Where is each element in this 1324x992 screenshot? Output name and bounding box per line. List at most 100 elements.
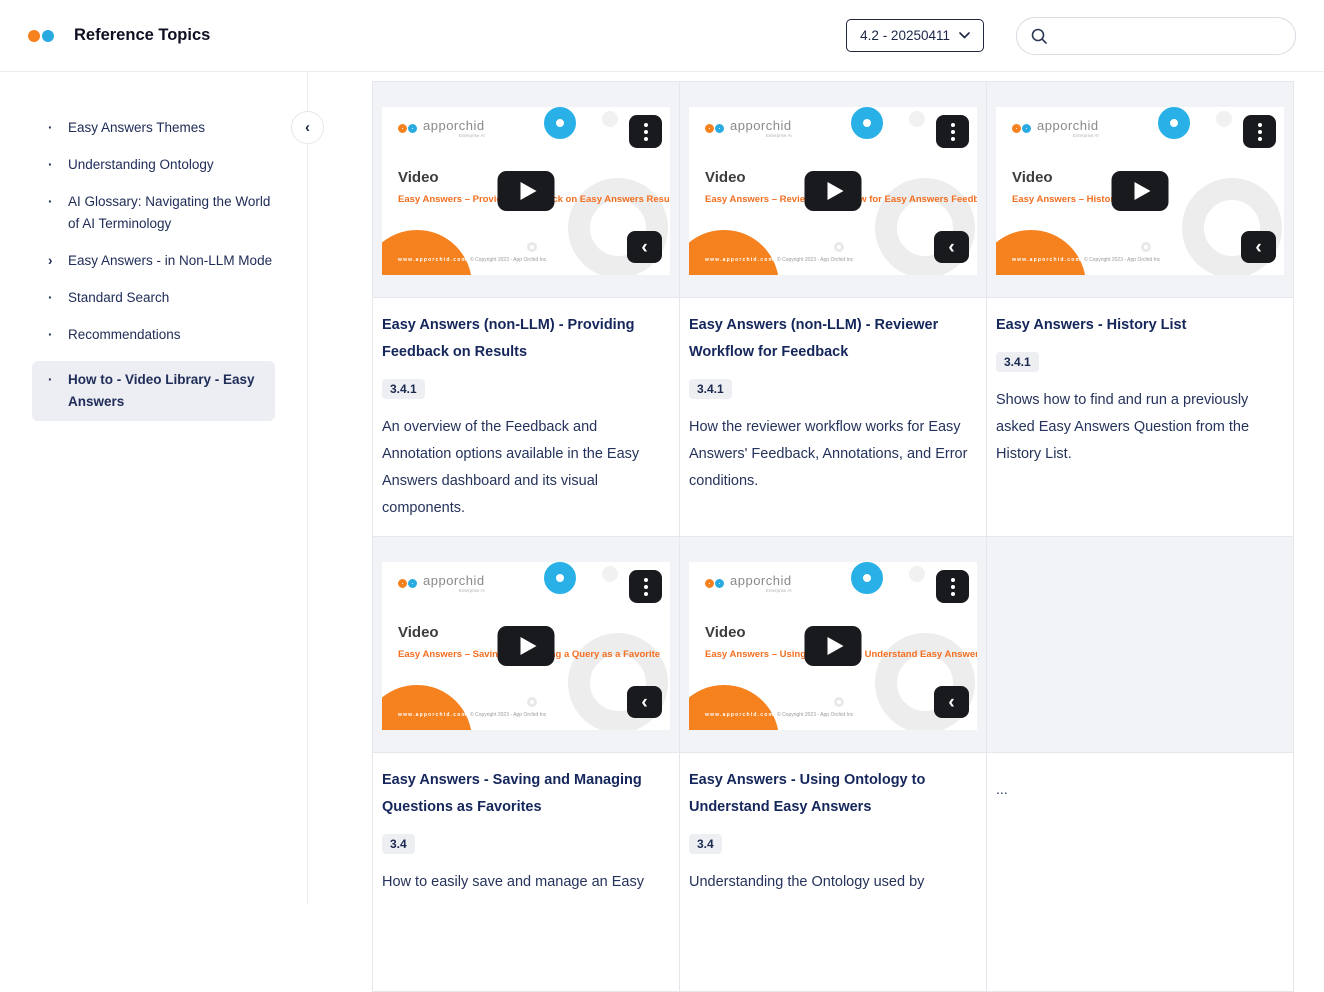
search-bar[interactable] [1016, 17, 1296, 55]
brand-subtext: Enterprise AI [459, 134, 485, 139]
video-text-cell: Easy Answers (non-LLM) - Providing Feedb… [373, 298, 679, 536]
brand-url: www.apporchid.com [398, 257, 467, 263]
play-button[interactable] [1112, 171, 1169, 211]
video-heading: Video [705, 624, 746, 641]
play-button[interactable] [498, 626, 555, 666]
chevron-left-icon: ‹ [305, 120, 310, 135]
video-options-button[interactable] [936, 115, 969, 148]
video-thumbnail-cell-empty [987, 537, 1293, 752]
card-title: Easy Answers - History List [996, 312, 1281, 339]
video-heading: Video [398, 169, 439, 186]
video-prev-button[interactable]: ‹ [627, 686, 662, 718]
card-description: How to easily save and manage an Easy [382, 869, 667, 896]
sidebar-collapse-button[interactable]: ‹ [291, 111, 324, 144]
brand-subtext: Enterprise AI [766, 589, 792, 594]
version-badge: 3.4 [382, 834, 415, 854]
bullet-icon: · [48, 287, 58, 309]
decor-blue-ring [1158, 107, 1190, 139]
bullet-icon: · [48, 154, 58, 176]
sidebar-item[interactable]: ·AI Glossary: Navigating the World of AI… [0, 191, 307, 235]
brand-url: www.apporchid.com [705, 257, 774, 263]
decor-gray-ring-small [834, 697, 844, 707]
play-icon [520, 637, 536, 655]
video-options-button[interactable] [629, 570, 662, 603]
video-prev-button[interactable]: ‹ [627, 231, 662, 263]
kebab-icon [951, 123, 955, 141]
bullet-icon: · [48, 191, 58, 213]
video-options-button[interactable] [629, 115, 662, 148]
video-prev-button[interactable]: ‹ [934, 686, 969, 718]
video-text-cell: Easy Answers (non-LLM) - Reviewer Workfl… [680, 298, 986, 536]
video-thumbnail-cell: www.apporchid.com© Copyright 2023 - App … [987, 82, 1293, 297]
video-text-cell: Easy Answers - Saving and Managing Quest… [373, 753, 679, 991]
sidebar-item-label: Recommendations [68, 324, 181, 346]
chevron-left-icon: ‹ [641, 238, 647, 257]
copyright-text: © Copyright 2023 - App Orchid Inc [777, 712, 853, 718]
search-input[interactable] [1056, 21, 1295, 51]
decor-blue-ring [851, 562, 883, 594]
apporchid-logo: apporchidEnterprise AI [398, 574, 485, 594]
video-thumbnail[interactable]: www.apporchid.com© Copyright 2023 - App … [382, 107, 670, 275]
apporchid-logo: apporchid Enterprise AI [398, 119, 485, 139]
decor-blue-ring [544, 562, 576, 594]
play-button[interactable] [805, 626, 862, 666]
video-text-cell: Easy Answers - Using Ontology to Underst… [680, 753, 986, 991]
video-thumbnail[interactable]: www.apporchid.com© Copyright 2023 - App … [689, 107, 977, 275]
video-options-button[interactable] [1243, 115, 1276, 148]
sidebar-item-label: Easy Answers - in Non-LLM Mode [68, 250, 272, 272]
chevron-left-icon: ‹ [948, 238, 954, 257]
video-heading: Video [1012, 169, 1053, 186]
video-thumbnail[interactable]: www.apporchid.com© Copyright 2023 - App … [382, 562, 670, 730]
app-header: Reference Topics 4.2 - 20250411 [0, 0, 1324, 72]
play-button[interactable] [805, 171, 862, 211]
video-prev-button[interactable]: ‹ [934, 231, 969, 263]
video-thumbnail-cell: www.apporchid.com© Copyright 2023 - App … [680, 537, 986, 752]
main-area: ‹ ·Easy Answers Themes ·Understanding Ont… [0, 72, 1324, 904]
video-thumbnail-cell: www.apporchid.com© Copyright 2023 - App … [373, 537, 679, 752]
decor-gray-ring-small [1141, 242, 1151, 252]
video-thumbnail[interactable]: www.apporchid.com© Copyright 2023 - App … [689, 562, 977, 730]
copyright-text: © Copyright 2023 - App Orchid Inc [777, 257, 853, 263]
sidebar-item[interactable]: ·Standard Search [0, 287, 307, 309]
logo-orange-ring [705, 579, 714, 588]
brand-name: apporchid [1037, 119, 1099, 132]
chevron-left-icon: ‹ [1255, 238, 1261, 257]
decor-gray-ring-small [527, 242, 537, 252]
chevron-down-icon [959, 32, 970, 39]
brand-name: apporchid [730, 119, 792, 132]
chevron-right-icon: › [48, 250, 58, 272]
decor-blue-ring [851, 107, 883, 139]
sidebar-item[interactable]: ·How to - Video Library - Easy Answers [32, 361, 275, 421]
sidebar-item[interactable]: ·Understanding Ontology [0, 154, 307, 176]
version-selector[interactable]: 4.2 - 20250411 [846, 19, 984, 52]
bullet-icon: · [48, 324, 58, 346]
video-thumbnail[interactable]: www.apporchid.com© Copyright 2023 - App … [996, 107, 1284, 275]
decor-gray-dot [602, 111, 618, 127]
play-icon [827, 182, 843, 200]
sidebar-nav: ·Easy Answers Themes ·Understanding Ontol… [0, 117, 307, 421]
play-button[interactable] [498, 171, 555, 211]
decor-orange-semicircle [996, 230, 1086, 275]
card-description: Shows how to find and run a previously a… [996, 387, 1281, 468]
sidebar-item[interactable]: ·Easy Answers Themes [0, 117, 307, 139]
sidebar-item[interactable]: › Easy Answers - in Non-LLM Mode [0, 250, 307, 272]
brand-name: apporchid [423, 119, 485, 132]
search-icon [1030, 27, 1048, 45]
kebab-icon [1258, 123, 1262, 141]
card-description: How the reviewer workflow works for Easy… [689, 414, 974, 495]
copyright-text: © Copyright 2023 - App Orchid Inc [1084, 257, 1160, 263]
card-title: Easy Answers (non-LLM) - Providing Feedb… [382, 312, 667, 366]
video-options-button[interactable] [936, 570, 969, 603]
logo-orange-ring [398, 124, 407, 133]
copyright-text: © Copyright 2023 - App Orchid Inc [470, 257, 546, 263]
brand-name: apporchid [730, 574, 792, 587]
content-area: www.apporchid.com© Copyright 2023 - App … [308, 72, 1324, 904]
video-prev-button[interactable]: ‹ [1241, 231, 1276, 263]
sidebar-item[interactable]: · Recommendations [0, 324, 307, 346]
video-text-cell-empty: ... [987, 753, 1293, 991]
kebab-icon [644, 123, 648, 141]
page-title: Reference Topics [74, 26, 210, 45]
apporchid-logo-icon [28, 30, 54, 42]
chevron-left-icon: ‹ [641, 693, 647, 712]
version-badge: 3.4.1 [382, 379, 425, 399]
